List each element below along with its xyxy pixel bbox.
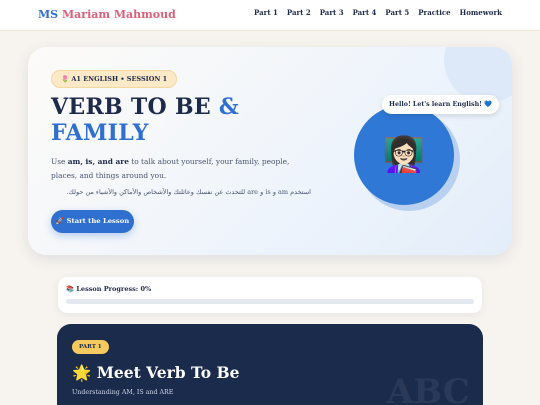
part-subtitle: Understanding AM, IS and ARE — [72, 389, 174, 396]
brand-name: Mariam Mahmoud — [61, 8, 176, 21]
hero-arabic-description: استخدم am و is و are للتحدث عن نفسك وعائ… — [66, 188, 311, 196]
nav-link-part-5[interactable]: Part 5 — [385, 8, 409, 17]
lesson-progress-card: 📚 Lesson Progress: 0% — [58, 277, 482, 313]
session-badge: 🌷 A1 ENGLISH • SESSION 1 — [51, 70, 178, 88]
teacher-avatar: 👩🏻‍🏫 — [354, 105, 460, 211]
rocket-icon: 🚀 — [55, 217, 65, 225]
hero-description: Use am, is, and are to talk about yourse… — [51, 155, 301, 182]
hero-card: 🌷 A1 ENGLISH • SESSION 1 VERB TO BE & FA… — [28, 47, 512, 255]
speech-bubble: Hello! Let's learn English! 💙 — [382, 95, 499, 114]
part-title: 🌟 Meet Verb To Be — [72, 363, 239, 382]
part-1-card: PART 1 🌟 Meet Verb To Be Understanding A… — [57, 324, 483, 405]
nav-link-practice[interactable]: Practice — [418, 8, 450, 17]
teacher-avatar-circle: 👩🏻‍🏫 — [354, 105, 454, 205]
progress-label-text: Lesson Progress: — [76, 285, 139, 293]
books-icon: 📚 — [66, 285, 75, 293]
part-title-text: Meet Verb To Be — [96, 363, 240, 382]
hero-title-family: FAMILY — [51, 120, 149, 146]
session-badge-text: A1 ENGLISH • SESSION 1 — [71, 75, 168, 83]
nav-link-part-3[interactable]: Part 3 — [320, 8, 344, 17]
hero-title-ampersand: & — [218, 94, 240, 120]
start-lesson-label: Start the Lesson — [66, 217, 130, 225]
teacher-icon: 👩🏻‍🏫 — [382, 135, 426, 175]
nav-links: Part 1 Part 2 Part 3 Part 4 Part 5 Pract… — [254, 8, 502, 17]
hero-desc-bold: am, is, and are — [67, 157, 129, 166]
hero-title: VERB TO BE & FAMILY — [51, 94, 281, 146]
nav-link-part-2[interactable]: Part 2 — [287, 8, 311, 17]
hero-title-main: VERB TO BE — [51, 94, 211, 120]
nav-link-homework[interactable]: Homework — [460, 8, 502, 17]
nav-link-part-4[interactable]: Part 4 — [353, 8, 377, 17]
brand-initials: MS — [38, 8, 59, 21]
hero-desc-prefix: Use — [51, 157, 68, 166]
abc-decoration: ABC — [387, 372, 470, 405]
nav-link-part-1[interactable]: Part 1 — [254, 8, 278, 17]
progress-label: 📚 Lesson Progress: 0% — [66, 285, 151, 293]
star-icon: 🌟 — [72, 363, 92, 382]
top-nav: MS Mariam Mahmoud Part 1 Part 2 Part 3 P… — [0, 0, 540, 31]
progress-value: 0% — [140, 285, 152, 293]
brand-logo[interactable]: MS Mariam Mahmoud — [38, 8, 176, 21]
progress-bar — [66, 299, 474, 304]
part-badge: PART 1 — [72, 340, 109, 354]
start-lesson-button[interactable]: 🚀 Start the Lesson — [51, 210, 134, 233]
tulip-icon: 🌷 — [61, 75, 70, 83]
